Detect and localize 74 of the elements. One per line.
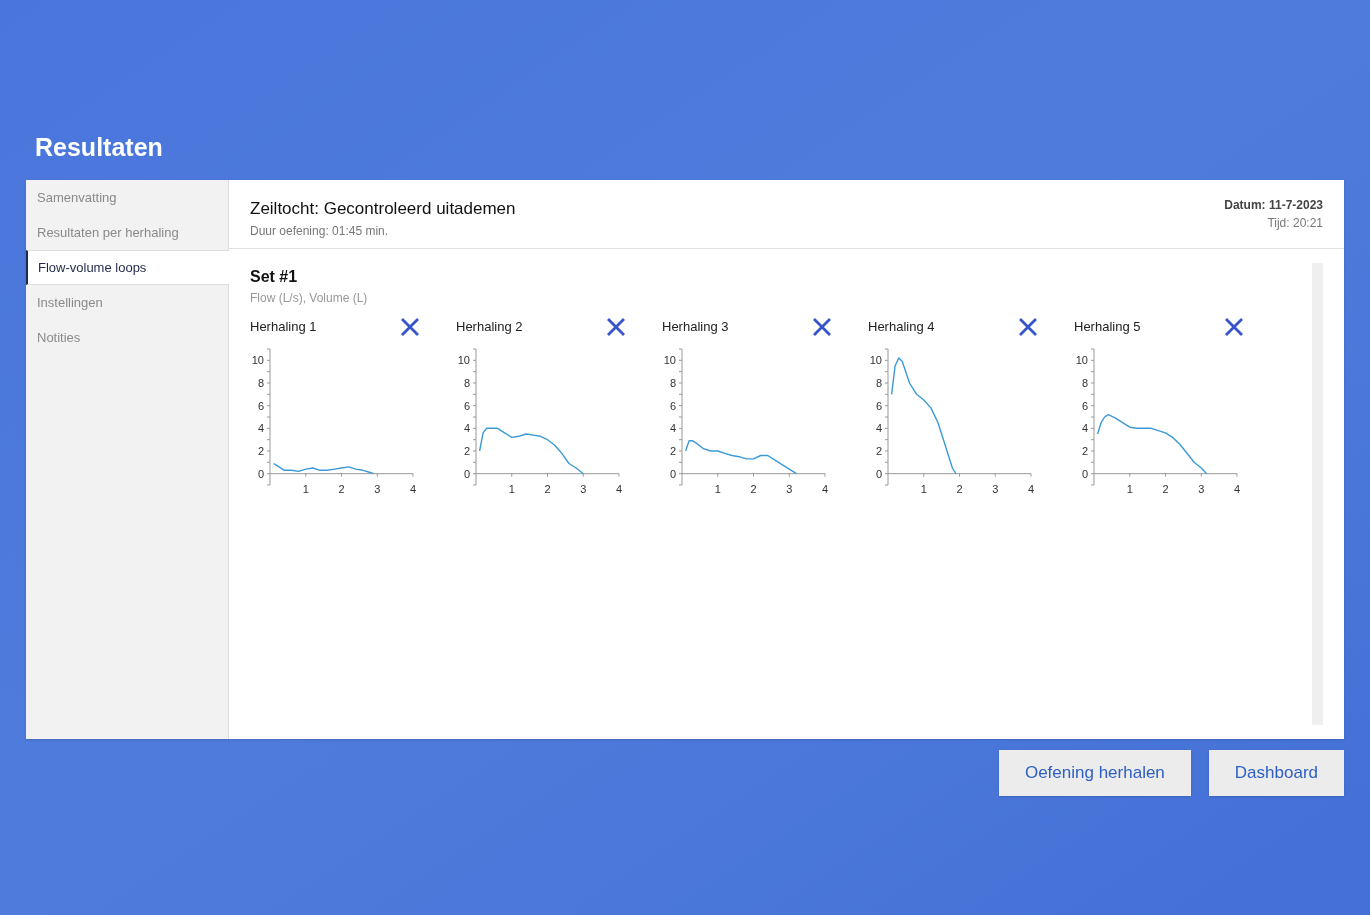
chart-title: Herhaling 3 [662, 318, 729, 337]
sidebar-item[interactable]: Instellingen [26, 285, 228, 320]
close-icon[interactable] [400, 317, 420, 337]
axis-label: 1 [508, 482, 515, 495]
chart-title: Herhaling 4 [868, 318, 935, 337]
axis-label: 4 [463, 422, 470, 435]
axis-label: 8 [257, 377, 264, 389]
axis-label: 4 [1233, 482, 1241, 495]
close-icon[interactable] [1224, 317, 1244, 337]
axis-label: 4 [615, 482, 623, 495]
date-text: Datum: 11-7-2023 [1224, 197, 1323, 214]
chart-title: Herhaling 2 [456, 318, 523, 337]
axis-label: 8 [1081, 377, 1088, 389]
axis-label: 4 [875, 422, 882, 435]
axis-label: 2 [750, 482, 757, 495]
axis-label: 4 [1081, 422, 1088, 435]
axis-label: 1 [1126, 482, 1133, 495]
axis-label: 8 [669, 377, 676, 389]
units-text: Flow (L/s), Volume (L) [250, 290, 369, 307]
axis-label: 2 [956, 482, 963, 495]
axis-label: 6 [257, 399, 264, 412]
axis-label: 4 [409, 482, 417, 495]
axis-label: 4 [257, 422, 264, 435]
axis-label: 0 [669, 467, 676, 480]
time-text: Tijd: 20:21 [1267, 215, 1323, 232]
axis-label: 6 [1081, 399, 1088, 412]
axis-label: 2 [463, 445, 470, 457]
axis-label: 2 [257, 445, 264, 457]
axis-label: 4 [669, 422, 676, 435]
sidebar-item[interactable]: Notities [26, 320, 228, 355]
axis-label: 10 [1075, 354, 1088, 367]
axis-label: 6 [669, 399, 676, 412]
set-title: Set #1 [250, 267, 299, 287]
axis-label: 8 [463, 377, 470, 389]
axis-label: 2 [544, 482, 551, 495]
axis-label: 6 [463, 399, 470, 412]
axis-label: 1 [302, 482, 309, 495]
axis-label: 10 [663, 354, 676, 367]
axis-label: 8 [875, 377, 882, 389]
axis-label: 10 [869, 354, 882, 367]
axis-label: 1 [920, 482, 927, 495]
sidebar-item[interactable]: Flow-volume loops [26, 250, 229, 285]
axis-label: 10 [457, 354, 470, 367]
axis-label: 3 [992, 482, 999, 495]
axis-label: 4 [821, 482, 829, 495]
axis-label: 1 [714, 482, 721, 495]
axis-label: 3 [374, 482, 381, 495]
axis-label: 2 [669, 445, 676, 457]
axis-label: 2 [338, 482, 345, 495]
duration-text: Duur oefening: 01:45 min. [250, 222, 390, 240]
chart-title: Herhaling 5 [1074, 318, 1141, 337]
axis-label: 6 [875, 399, 882, 412]
axis-label: 0 [463, 467, 470, 480]
axis-label: 0 [1081, 467, 1088, 480]
axis-label: 3 [580, 482, 587, 495]
axis-label: 10 [251, 354, 264, 367]
chart-title: Herhaling 1 [250, 318, 317, 337]
axis-label: 3 [1198, 482, 1205, 495]
sidebar-item[interactable]: Samenvatting [26, 180, 228, 215]
axis-label: 0 [257, 467, 264, 480]
close-icon[interactable] [606, 317, 626, 337]
axis-label: 4 [1027, 482, 1035, 495]
axis-label: 0 [875, 467, 882, 480]
action-button[interactable]: Oefening herhalen [998, 750, 1191, 796]
page-title: Resultaten [34, 132, 164, 163]
axis-label: 2 [1081, 445, 1088, 457]
axis-label: 2 [1162, 482, 1169, 495]
axis-label: 2 [875, 445, 882, 457]
close-icon[interactable] [812, 317, 832, 337]
action-button[interactable]: Dashboard [1208, 750, 1344, 796]
close-icon[interactable] [1018, 317, 1038, 337]
exercise-title: Zeiltocht: Gecontroleerd uitademen [250, 198, 516, 220]
sidebar-item[interactable]: Resultaten per herhaling [26, 215, 228, 250]
axis-label: 3 [786, 482, 793, 495]
